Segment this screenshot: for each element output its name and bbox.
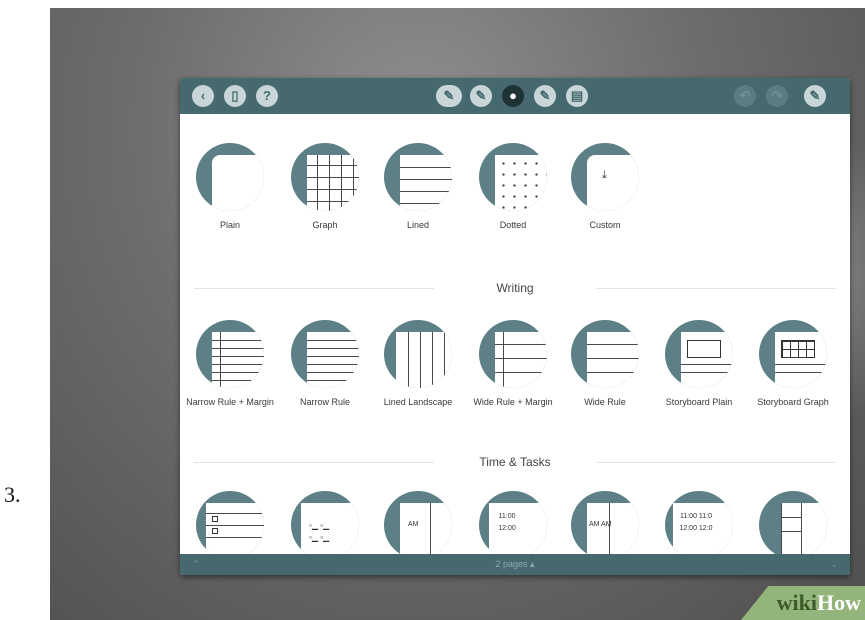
time-task-tile[interactable]: 11:00 11:0 12:00 12:0 xyxy=(654,491,744,559)
paper-label: Narrow Rule xyxy=(299,397,350,407)
paper-chooser: Plain Graph Lined Dotted ⤓ Custom Writin… xyxy=(180,114,850,559)
plain-paper-icon xyxy=(196,143,264,211)
writing-tile[interactable]: Wide Rule + Margin xyxy=(468,320,558,408)
two-day-planner-icon: AM AM xyxy=(571,491,639,559)
time-task-tile[interactable]: AM xyxy=(373,491,463,559)
pen-settings-icon[interactable]: ✎ xyxy=(804,85,826,107)
day-planner-icon: AM xyxy=(384,491,452,559)
graph-paper-icon xyxy=(291,143,359,211)
time-task-tile[interactable] xyxy=(748,491,838,559)
chevron-down-icon[interactable]: ⌄ xyxy=(830,554,838,575)
notebook-icon[interactable]: ▤ xyxy=(566,85,588,107)
paper-label: Wide Rule xyxy=(584,397,626,407)
lined-landscape-icon xyxy=(384,320,452,388)
writing-tile[interactable]: Storyboard Graph xyxy=(748,320,838,408)
custom-paper-icon: ⤓ xyxy=(571,143,639,211)
download-icon: ⤓ xyxy=(602,169,607,181)
wide-rule-icon xyxy=(571,320,639,388)
pen-tools-icon[interactable]: ✎ xyxy=(436,85,462,107)
paper-label: Storyboard Plain xyxy=(665,397,733,407)
paper-label: Wide Rule + Margin xyxy=(473,397,553,407)
storyboard-plain-icon xyxy=(665,320,733,388)
time-task-tile[interactable] xyxy=(185,491,275,559)
paper-tile-plain[interactable]: Plain xyxy=(185,143,275,231)
section-title-time-tasks: Time & Tasks xyxy=(180,455,850,469)
step-number: 3. xyxy=(4,482,21,507)
back-icon[interactable]: ‹ xyxy=(192,85,214,107)
storyboard-graph-icon xyxy=(759,320,827,388)
writing-tile[interactable]: Lined Landscape xyxy=(373,320,463,408)
writing-tile[interactable]: Storyboard Plain xyxy=(654,320,744,408)
section-title-writing: Writing xyxy=(180,281,850,295)
page-count-selector[interactable]: 2 pages ▴ xyxy=(495,559,534,569)
writing-tile[interactable]: Narrow Rule xyxy=(280,320,370,408)
hourly-schedule-icon: 11:00 12:00 xyxy=(479,491,547,559)
task-list-icon: ▫▁ ▫▁ ▫▁ ▫▁ xyxy=(291,491,359,559)
paper-label: Narrow Rule + Margin xyxy=(186,397,274,407)
wide-rule-margin-icon xyxy=(479,320,547,388)
bottom-bar: ⌃ 2 pages ▴ ⌄ xyxy=(180,554,850,575)
paper-label: Dotted xyxy=(499,220,527,230)
time-task-tile[interactable]: AM AM xyxy=(560,491,650,559)
paper-label: Plain xyxy=(219,220,240,230)
paper-label: Lined xyxy=(406,220,430,230)
time-task-tile[interactable]: ▫▁ ▫▁ ▫▁ ▫▁ xyxy=(280,491,370,559)
writing-tile[interactable]: Wide Rule xyxy=(560,320,650,408)
paper-tile-lined[interactable]: Lined xyxy=(373,143,463,231)
redo-icon[interactable]: ↷ xyxy=(766,85,788,107)
paper-tile-custom[interactable]: ⤓ Custom xyxy=(560,143,650,231)
chevron-up-icon[interactable]: ⌃ xyxy=(192,554,200,575)
time-task-tile[interactable]: 11:00 12:00 xyxy=(468,491,558,559)
ink-drop-icon[interactable]: ● xyxy=(502,85,524,107)
paper-label: Custom xyxy=(589,220,621,230)
paper-tile-dotted[interactable]: Dotted xyxy=(468,143,558,231)
paper-label: Lined Landscape xyxy=(383,397,453,407)
checklist-icon xyxy=(196,491,264,559)
undo-icon[interactable]: ↶ xyxy=(734,85,756,107)
pen-icon[interactable]: ✎ xyxy=(470,85,492,107)
narrow-rule-margin-icon xyxy=(196,320,264,388)
weekly-planner-icon xyxy=(759,491,827,559)
highlighter-icon[interactable]: ✎ xyxy=(534,85,556,107)
two-column-schedule-icon: 11:00 11:0 12:00 12:0 xyxy=(665,491,733,559)
paper-label: Storyboard Graph xyxy=(757,397,829,407)
wikihow-logo: wikiHow xyxy=(741,586,865,620)
writing-tile[interactable]: Narrow Rule + Margin xyxy=(185,320,275,408)
paper-label: Graph xyxy=(312,220,338,230)
dotted-paper-icon xyxy=(479,143,547,211)
tablet-screen: ‹ ▯ ? ✎ ✎ ● ✎ ▤ ↶ ↷ ✎ Plain Graph Lined … xyxy=(180,78,850,575)
narrow-rule-icon xyxy=(291,320,359,388)
lined-paper-icon xyxy=(384,143,452,211)
top-toolbar: ‹ ▯ ? ✎ ✎ ● ✎ ▤ ↶ ↷ ✎ xyxy=(180,78,850,114)
photo-background: ‹ ▯ ? ✎ ✎ ● ✎ ▤ ↶ ↷ ✎ Plain Graph Lined … xyxy=(50,8,865,620)
help-icon[interactable]: ? xyxy=(256,85,278,107)
paper-tile-graph[interactable]: Graph xyxy=(280,143,370,231)
pages-icon[interactable]: ▯ xyxy=(224,85,246,107)
